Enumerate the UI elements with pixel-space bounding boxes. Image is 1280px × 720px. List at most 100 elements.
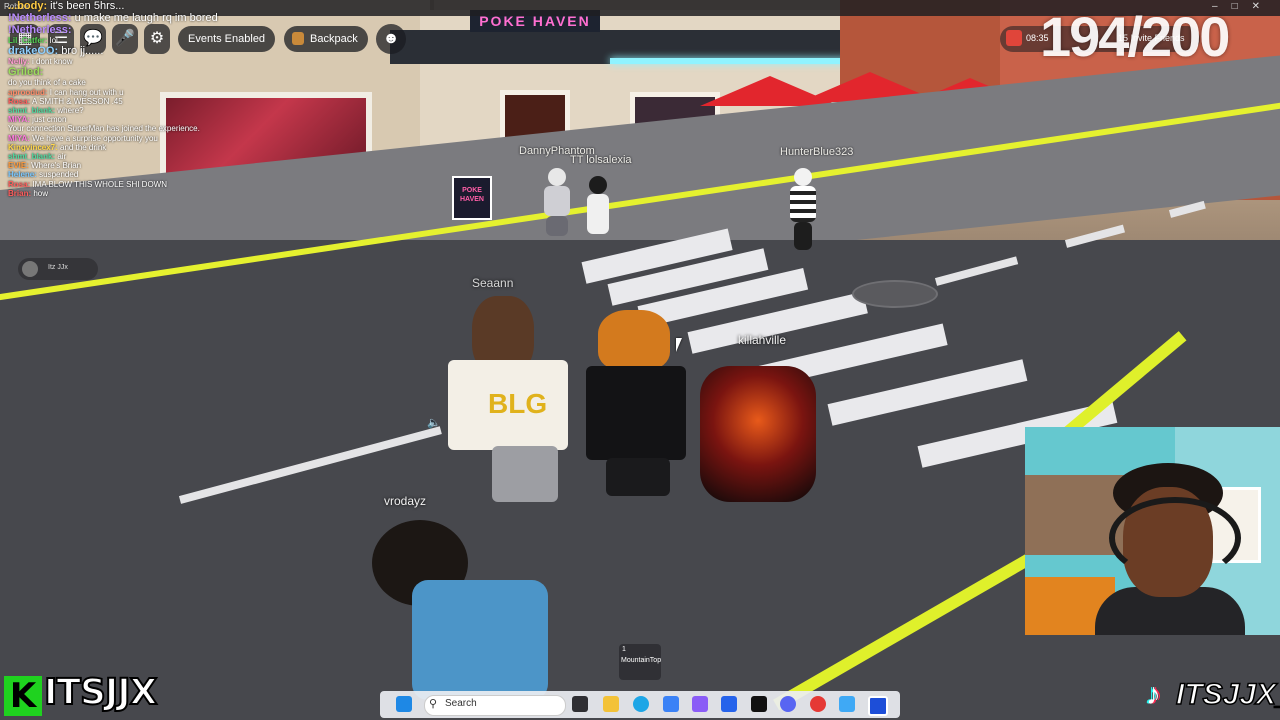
- chat-sender[interactable]: shmt_blank:: [8, 152, 55, 161]
- chat-sender[interactable]: !Netherless:: [8, 24, 72, 36]
- chat-message: shmt_blank: where?: [8, 106, 84, 115]
- chat-text: lol: [47, 36, 58, 45]
- voice-user-name: Itz JJx: [48, 264, 68, 271]
- chat-text: suspended: [36, 170, 79, 180]
- store-icon[interactable]: [721, 696, 737, 712]
- hotbar-slot-number: 1: [622, 646, 626, 653]
- headset-icon: [1109, 497, 1241, 579]
- chat-text: Where's Brian: [28, 161, 82, 171]
- chat-sender[interactable]: drakeOO:: [8, 45, 58, 57]
- file-explorer-icon[interactable]: [603, 696, 619, 712]
- avatar-lolsalexia[interactable]: [584, 176, 612, 236]
- avatar-torso: [544, 186, 570, 216]
- avatar-torso: [412, 580, 548, 700]
- chat-text: u make me laugh rq im bored: [71, 12, 218, 24]
- poke-haven-sign: POKE HAVEN: [452, 176, 492, 220]
- discord-icon[interactable]: [780, 696, 796, 712]
- chat-text: A SMITH & WESSON .45: [30, 96, 123, 106]
- avatar-dannyphantom[interactable]: [540, 168, 574, 238]
- backpack-label: Backpack: [310, 33, 358, 45]
- avatar-killahville[interactable]: [680, 366, 836, 502]
- chat-message: do you think of a cake: [8, 78, 86, 87]
- chat-message: drakeOO: bro jj......: [8, 45, 103, 57]
- avatar: [22, 261, 38, 277]
- chat-message: Nelly: i dont know: [8, 57, 73, 66]
- taskbar-search-placeholder: Search: [445, 698, 477, 709]
- chat-text: just cmon: [29, 115, 67, 125]
- chat-text: I can hang out with u: [47, 87, 124, 97]
- chat-window[interactable]: ...body: it's been 5hrs... !Netherless: u…: [8, 0, 308, 230]
- avatar-lava-body: [700, 366, 816, 502]
- obs-icon[interactable]: [810, 696, 826, 712]
- app-icon[interactable]: [663, 696, 679, 712]
- manhole-cover: [852, 280, 938, 308]
- chat-sender[interactable]: Brian:: [8, 189, 31, 198]
- chat-sender[interactable]: aproodud:: [8, 88, 48, 97]
- avatar-seaann[interactable]: BLG: [442, 296, 572, 506]
- avatar-vrodayz[interactable]: [372, 520, 548, 700]
- chat-sender[interactable]: Nelly:: [8, 57, 30, 66]
- chat-message: Griled:: [8, 66, 43, 78]
- chat-text: air: [55, 152, 67, 161]
- chat-message: !Netherless: u make me laugh rq im bored: [8, 12, 218, 24]
- avatar-player[interactable]: [582, 310, 690, 500]
- chat-message: Your connection SuperMan has joined the …: [8, 124, 200, 133]
- avatar-torso: [587, 194, 609, 234]
- chat-message: aproodud: I can hang out with u: [8, 88, 124, 97]
- chat-text: Your connection SuperMan has joined the …: [8, 124, 200, 134]
- neon-tube: [610, 58, 870, 64]
- avatar-hair: [598, 310, 670, 370]
- edge-icon[interactable]: [633, 696, 649, 712]
- voice-speaker-icon: 🔈: [427, 417, 441, 429]
- chat-text: do you think of a cake: [8, 78, 86, 88]
- chat-sender[interactable]: Helene:: [8, 170, 37, 179]
- capcut-icon[interactable]: [751, 696, 767, 712]
- avatar-head: [589, 176, 607, 194]
- chat-sender[interactable]: Kingvincex7:: [8, 143, 58, 152]
- chat-message: shmt_blank: air: [8, 152, 66, 161]
- profile-button[interactable]: ☻: [376, 24, 406, 54]
- windows-start-icon[interactable]: [396, 696, 412, 712]
- chat-message: Rosa: IMA BLOW THIS WHOLE SHI DOWN: [8, 180, 167, 189]
- chat-message: !Netherless:: [8, 24, 72, 36]
- chat-sender[interactable]: EVIE:: [8, 161, 29, 170]
- avatar-head: [794, 168, 812, 186]
- chat-message: MIYA: just cmon: [8, 115, 66, 124]
- chat-sender[interactable]: Griled:: [8, 66, 43, 78]
- chat-text: bro jj......: [58, 45, 104, 58]
- gift-icon[interactable]: [1006, 30, 1022, 46]
- chat-text: where?: [55, 106, 84, 115]
- chat-text: how: [31, 188, 49, 198]
- avatar-torso: BLG: [448, 360, 568, 450]
- chat-sender[interactable]: MIYA:: [8, 115, 30, 124]
- chat-sender[interactable]: ...body:: [8, 0, 47, 12]
- app-icon[interactable]: [692, 696, 708, 712]
- chat-text: i dont know: [29, 57, 73, 67]
- chat-text: and the drink: [57, 142, 107, 152]
- chat-sender[interactable]: !Netherless:: [8, 12, 72, 24]
- sign-text: POKE HAVEN: [460, 187, 484, 203]
- chat-sender[interactable]: shmt_blank:: [8, 106, 55, 115]
- tiktok-logo-icon: ♪: [1146, 678, 1161, 711]
- avatar-head: [548, 168, 566, 186]
- chat-message: ...body: it's been 5hrs...: [8, 0, 124, 12]
- chat-message: EVIE: Where's Brian: [8, 161, 81, 170]
- mouse-cursor: [676, 338, 682, 352]
- app-icon[interactable]: [839, 696, 855, 712]
- chat-sender[interactable]: Lil_Catfer:: [8, 36, 48, 45]
- name-tag-vrodayz: vrodayz: [384, 494, 427, 508]
- chat-message: Lil_Catfer: lol: [8, 36, 58, 45]
- chat-message: MIYA: We have a surprise opportunity you: [8, 134, 158, 143]
- shirt-logo: BLG: [488, 388, 548, 419]
- chat-sender[interactable]: Rosa:: [8, 180, 30, 189]
- search-icon: ⚲: [429, 698, 438, 710]
- task-view-icon[interactable]: [572, 696, 588, 712]
- avatar-legs: [492, 446, 558, 502]
- name-tag-hunterblue: HunterBlue323: [780, 146, 854, 158]
- chat-message: Brian: how: [8, 189, 48, 198]
- avatar-legs: [606, 458, 670, 496]
- roblox-taskbar-icon[interactable]: [868, 696, 888, 716]
- chat-sender[interactable]: Rosa:: [8, 97, 30, 106]
- chat-sender[interactable]: MIYA:: [8, 134, 30, 143]
- avatar-hunterblue[interactable]: [786, 168, 820, 252]
